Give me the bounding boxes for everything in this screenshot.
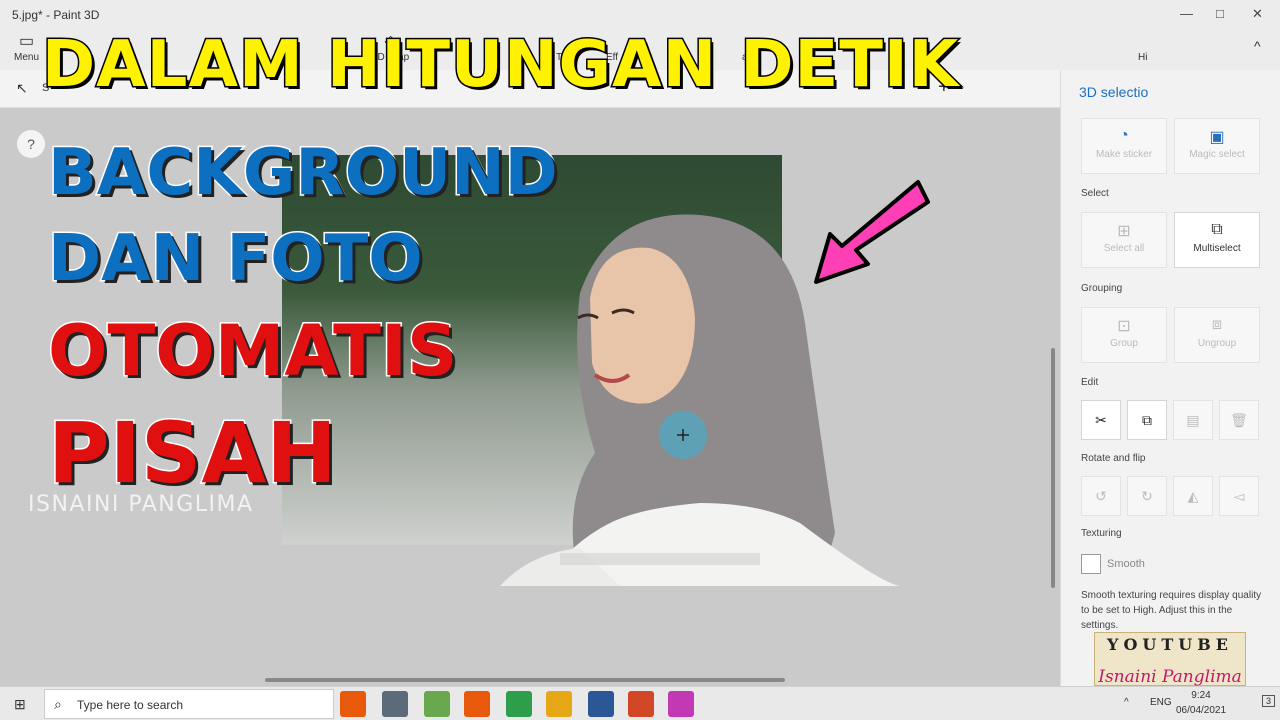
- copy-icon[interactable]: ⧉: [1127, 400, 1167, 440]
- camtasia-c-icon[interactable]: [464, 691, 490, 717]
- select-section-label: Select: [1081, 188, 1109, 199]
- paint-3d-icon[interactable]: [668, 691, 694, 717]
- multiselect-icon: ⧉: [1211, 221, 1223, 238]
- smooth-note: Smooth texturing requires display qualit…: [1081, 590, 1262, 631]
- windows-start-icon[interactable]: ⊞: [14, 696, 26, 713]
- panel-title: 3D selectio: [1079, 84, 1149, 100]
- select-all-icon: ⊞: [1117, 223, 1131, 240]
- group-icon: ⊡: [1117, 318, 1131, 335]
- camtasia-green-icon[interactable]: [506, 691, 532, 717]
- pointer-arrow-icon: [814, 180, 930, 284]
- badge-line-2: Isnaini Panglima: [1098, 667, 1242, 687]
- watermark-text: ISNAINI PANGLIMA: [28, 492, 254, 517]
- flip-vertical-icon[interactable]: ◅: [1219, 476, 1259, 516]
- taskbar: ⊞ ⌕ Type here to search ^ ENG 9:24 06/04…: [0, 686, 1280, 720]
- paste-icon[interactable]: ▤: [1173, 400, 1213, 440]
- clock[interactable]: 9:24 06/04/2021: [1176, 688, 1226, 718]
- powerpoint-icon[interactable]: [628, 691, 654, 717]
- group-button[interactable]: ⊡ Group: [1081, 307, 1167, 363]
- tab-history[interactable]: Hi: [1138, 32, 1147, 63]
- make-sticker-button[interactable]: ◔ Make sticker: [1081, 118, 1167, 174]
- file-explorer-icon[interactable]: [546, 691, 572, 717]
- language-indicator[interactable]: ENG: [1150, 697, 1172, 708]
- title-bar: 5.jpg* - Paint 3D — □ ✕: [0, 0, 1280, 30]
- sticker-icon: ◔: [1119, 127, 1129, 144]
- overlay-line-4: PISAH: [47, 403, 339, 504]
- youtube-badge: YOUTUBE Isnaini Panglima: [1094, 632, 1246, 687]
- search-placeholder: Type here to search: [77, 698, 184, 712]
- magic-select-icon: ▣: [1209, 129, 1225, 146]
- search-icon: ⌕: [54, 696, 62, 712]
- paint-icon[interactable]: [424, 691, 450, 717]
- folder-icon: ▭: [18, 33, 35, 50]
- overlay-line-3: OTOMATIS: [46, 309, 458, 394]
- selection-panel: 3D selectio ◔ Make sticker ▣ Magic select …: [1060, 70, 1280, 686]
- rotate-right-icon[interactable]: ↻: [1127, 476, 1167, 516]
- flip-horizontal-icon[interactable]: ◭: [1173, 476, 1213, 516]
- select-all-button[interactable]: ⊞ Select all: [1081, 212, 1167, 268]
- taskbar-search[interactable]: ⌕ Type here to search: [44, 689, 334, 719]
- grouping-section-label: Grouping: [1081, 283, 1123, 294]
- tray-chevron-icon[interactable]: ^: [1124, 697, 1129, 708]
- badge-line-1: YOUTUBE: [1107, 635, 1233, 654]
- minimize-button[interactable]: —: [1180, 6, 1193, 21]
- menu-button[interactable]: ▭ Menu: [14, 32, 39, 63]
- word-icon[interactable]: [588, 691, 614, 717]
- multiselect-button[interactable]: ⧉ Multiselect: [1174, 212, 1260, 268]
- history-icon: [1138, 32, 1147, 52]
- vertical-scrollbar[interactable]: [1051, 348, 1055, 588]
- cursor-icon[interactable]: ↖: [16, 80, 28, 97]
- calculator-icon[interactable]: [382, 691, 408, 717]
- clock-date: 06/04/2021: [1176, 705, 1227, 716]
- notification-icon[interactable]: 3: [1262, 695, 1276, 707]
- app-orange-icon[interactable]: [340, 691, 366, 717]
- collapse-ribbon-icon[interactable]: ^: [1254, 38, 1261, 54]
- rotate-left-icon[interactable]: ↺: [1081, 476, 1121, 516]
- headline-text: DALAM HITUNGAN DETIK: [40, 27, 960, 104]
- overlay-line-1: BACKGROUND: [47, 135, 560, 212]
- ungroup-icon: ⧈: [1211, 316, 1223, 333]
- delete-icon[interactable]: 🗑: [1219, 400, 1259, 440]
- smooth-checkbox[interactable]: [1081, 554, 1101, 574]
- edit-section-label: Edit: [1081, 377, 1099, 388]
- ungroup-button[interactable]: ⧈ Ungroup: [1174, 307, 1260, 363]
- texturing-section-label: Texturing: [1081, 528, 1122, 539]
- window-title: 5.jpg* - Paint 3D: [12, 8, 100, 22]
- help-button[interactable]: ?: [17, 130, 45, 158]
- magic-select-button[interactable]: ▣ Magic select: [1174, 118, 1260, 174]
- overlay-line-2: DAN FOTO: [47, 221, 425, 298]
- smooth-label: Smooth: [1107, 558, 1145, 570]
- rotate-section-label: Rotate and flip: [1081, 453, 1146, 464]
- horizontal-scrollbar[interactable]: [265, 678, 785, 682]
- clock-time: 9:24: [1191, 690, 1211, 701]
- close-button[interactable]: ✕: [1252, 6, 1263, 22]
- maximize-button[interactable]: □: [1216, 6, 1224, 21]
- cut-icon[interactable]: ✂: [1081, 400, 1121, 440]
